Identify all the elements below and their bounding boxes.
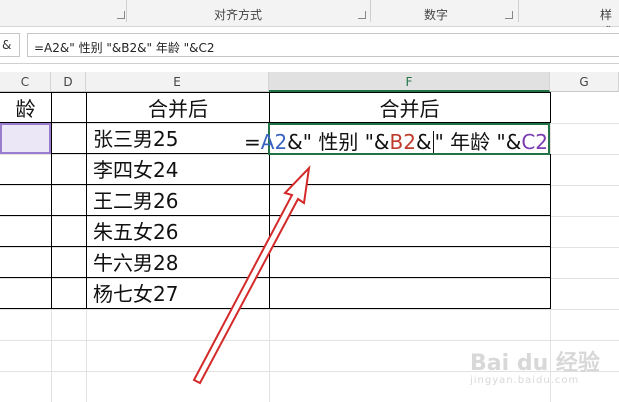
formula-input[interactable]: =A2&" 性别 "&B2&" 年龄 "&C2	[27, 33, 619, 57]
column-header-e[interactable]: E	[86, 72, 269, 92]
cell-c3[interactable]	[0, 154, 52, 185]
dialog-launcher-icon[interactable]	[505, 11, 513, 19]
cell-d7[interactable]	[51, 278, 87, 309]
watermark-brand: Bai du 经验	[470, 351, 600, 376]
cell-e7[interactable]: 杨七女27	[86, 278, 270, 309]
ribbon: 对齐方式 数字 样式	[0, 0, 619, 39]
cell-e4[interactable]: 王二男26	[86, 185, 270, 216]
dialog-launcher-icon[interactable]	[358, 11, 366, 19]
baidu-watermark: Bai du 经验 jingyan.baidu.com	[470, 345, 600, 386]
formula-ref-b2: B2	[389, 130, 416, 154]
formula-ref-c2: C2	[521, 130, 549, 154]
ribbon-separator	[370, 0, 371, 22]
column-header-c[interactable]: C	[0, 72, 51, 92]
cell-f1[interactable]: 合并后	[269, 92, 551, 123]
cell-c5[interactable]	[0, 216, 52, 247]
cell-e3[interactable]: 李四女24	[86, 154, 270, 185]
formula-amp: &	[505, 130, 522, 154]
formula-amp: &	[287, 130, 303, 154]
formula-ref-a2: A2	[260, 130, 288, 154]
cell-e2[interactable]: 张三男25	[86, 123, 270, 154]
cell-d5[interactable]	[51, 216, 87, 247]
reference-highlight-c2	[0, 123, 51, 154]
ribbon-separator	[126, 0, 127, 22]
text-caret	[432, 131, 434, 153]
formula-equals: =	[244, 130, 261, 154]
name-box[interactable]: &	[0, 33, 20, 57]
column-header-d[interactable]: D	[51, 72, 86, 92]
cell-d3[interactable]	[51, 154, 87, 185]
formula-string-gender: " 性别 "	[302, 130, 374, 154]
formula-amp: &	[415, 130, 432, 154]
cell-f6[interactable]	[269, 247, 551, 278]
cell-d4[interactable]	[51, 185, 87, 216]
ribbon-group-alignment: 对齐方式	[214, 8, 263, 22]
cell-f5[interactable]	[269, 216, 551, 247]
cell-f4[interactable]	[269, 185, 551, 216]
watermark-url: jingyan.baidu.com	[470, 375, 580, 386]
ribbon-group-number: 数字	[424, 8, 449, 22]
cell-d1[interactable]	[51, 92, 87, 123]
cell-d2[interactable]	[51, 123, 87, 154]
cell-e5[interactable]: 朱五女26	[86, 216, 270, 247]
cell-e6[interactable]: 牛六男28	[86, 247, 270, 278]
dialog-launcher-icon[interactable]	[117, 11, 125, 19]
cell-f7[interactable]	[269, 278, 551, 309]
cell-f3[interactable]	[269, 154, 551, 185]
cell-e1[interactable]: 合并后	[86, 92, 270, 123]
cell-d6[interactable]	[51, 247, 87, 278]
formula-bar: & =A2&" 性别 "&B2&" 年龄 "&C2	[0, 27, 619, 64]
formula-string-age: " 年龄 "	[434, 130, 506, 154]
column-header-f[interactable]: F	[269, 72, 550, 92]
column-header-g[interactable]: G	[550, 72, 619, 92]
formula-amp: &	[373, 130, 390, 154]
ribbon-separator	[518, 0, 519, 22]
cell-c4[interactable]	[0, 185, 52, 216]
cell-c1[interactable]: 龄	[0, 92, 52, 123]
cell-f2-edit-formula[interactable]: =A2&" 性别 "&B2& " 年龄 "&C2	[244, 126, 548, 155]
cell-c6[interactable]	[0, 247, 52, 278]
cell-c7[interactable]	[0, 278, 52, 309]
